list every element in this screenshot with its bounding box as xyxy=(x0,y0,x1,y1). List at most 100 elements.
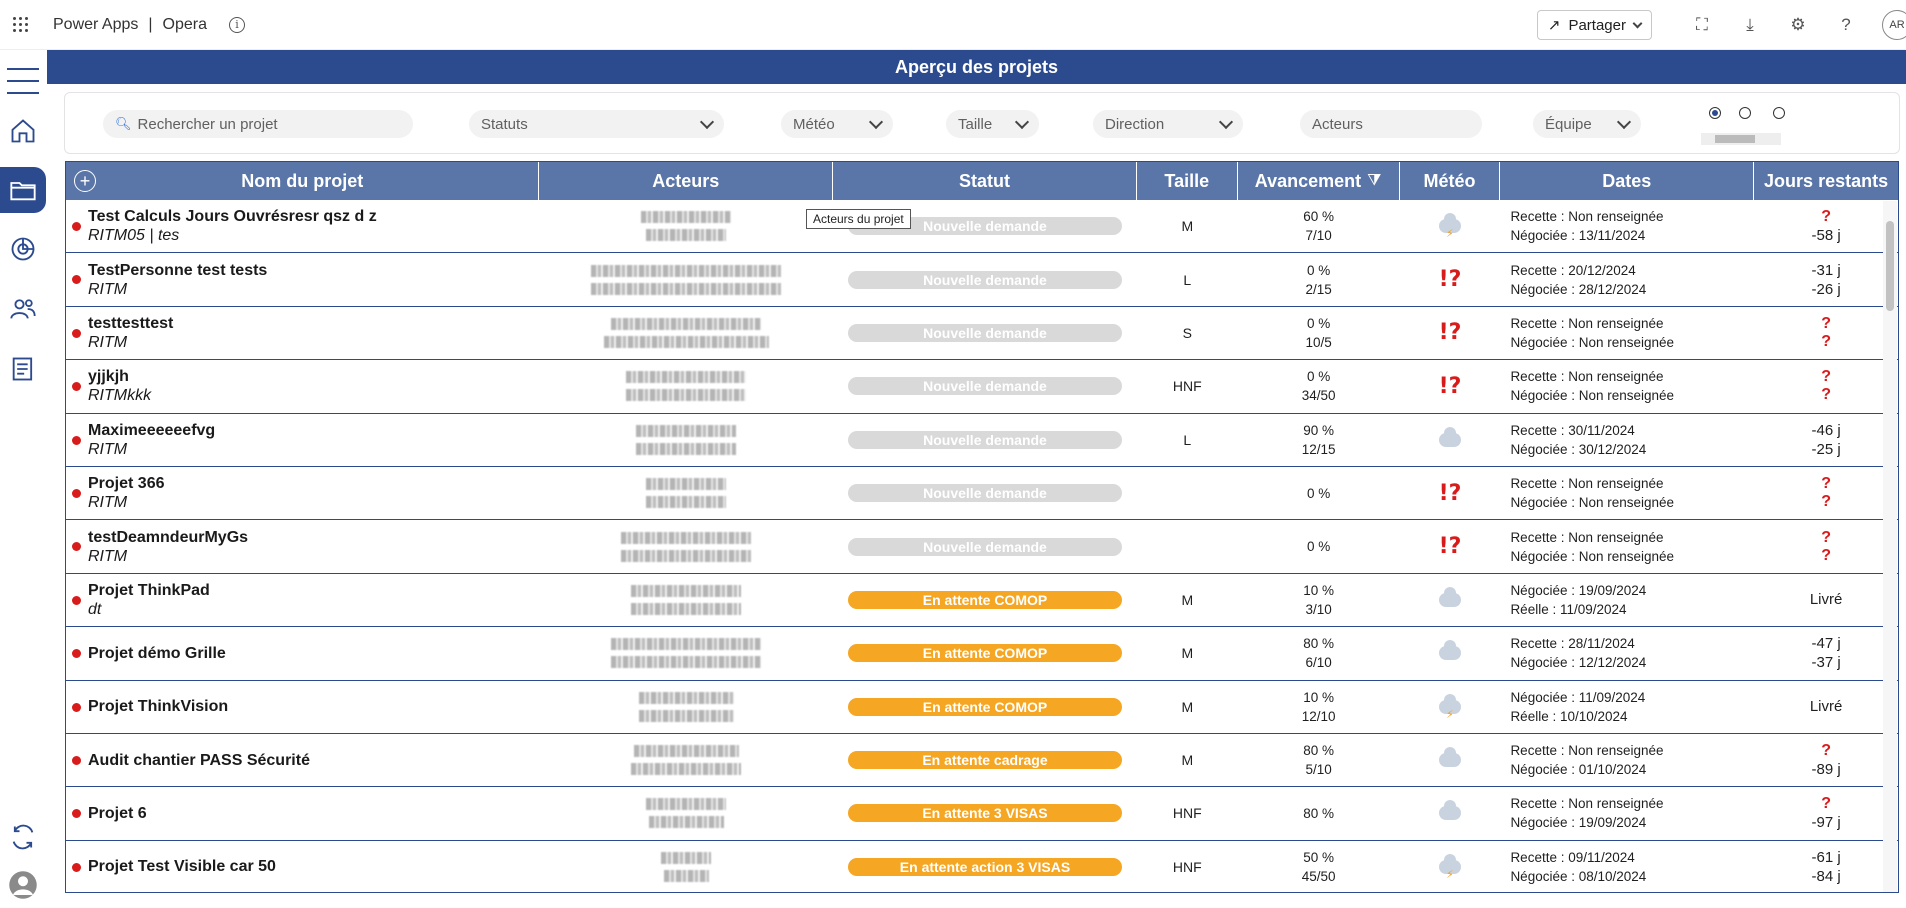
table-row[interactable]: yjjkjh RITMkkk Nouvelle demande HNF 0 % 34/50… xyxy=(66,360,1898,414)
taille-dropdown[interactable]: Taille xyxy=(946,110,1039,138)
table-row[interactable]: Audit chantier PASS Sécurité En attente c… xyxy=(66,733,1898,788)
download-icon[interactable]: ⤓ xyxy=(1726,15,1774,35)
project-name[interactable]: Projet ThinkVision xyxy=(88,697,539,716)
actors-cell[interactable] xyxy=(539,200,833,252)
home-icon[interactable] xyxy=(0,108,46,154)
project-name[interactable]: Maximeeeeeefvg xyxy=(88,421,539,440)
actors-cell[interactable] xyxy=(539,734,833,786)
app-name: Power Apps xyxy=(53,15,139,33)
table-row[interactable]: testtesttest RITM Nouvelle demande S 0 % 10/5… xyxy=(66,306,1898,361)
actors-cell[interactable] xyxy=(539,467,833,519)
table-row[interactable]: Projet démo Grille En attente COMOP M 80 % 6… xyxy=(66,627,1898,681)
chevron-down-icon xyxy=(1218,114,1234,129)
days-remaining-2: -97 j xyxy=(1811,813,1841,831)
col-header-days[interactable]: Jours restants xyxy=(1754,162,1898,200)
actors-cell[interactable] xyxy=(539,787,833,839)
project-name[interactable]: yjjkjh xyxy=(88,367,539,386)
fit-screen-icon[interactable]: ⛶ xyxy=(1678,15,1726,35)
table-row[interactable]: Projet ThinkPad dt En attente COMOP M 10 % 3/… xyxy=(66,573,1898,628)
actors-cell[interactable] xyxy=(539,253,833,305)
info-icon[interactable]: i xyxy=(229,16,246,33)
user-profile-icon[interactable] xyxy=(0,862,46,908)
radio-option-3[interactable] xyxy=(1773,107,1785,119)
actors-cell[interactable] xyxy=(539,681,833,733)
equipe-dropdown[interactable]: Équipe xyxy=(1533,110,1641,138)
blurred-actor xyxy=(626,371,747,384)
statuts-dropdown[interactable]: Statuts xyxy=(469,110,724,138)
table-row[interactable]: Maximeeeeeefvg RITM Nouvelle demande L 90 % 1… xyxy=(66,413,1898,467)
col-header-status[interactable]: Statut xyxy=(833,162,1137,200)
hamburger-menu-icon[interactable] xyxy=(0,58,46,104)
project-name[interactable]: testDeamndeurMyGs xyxy=(88,528,539,547)
report-document-icon[interactable] xyxy=(0,346,46,392)
chevron-down-icon xyxy=(1616,114,1632,129)
project-name[interactable]: Projet 366 xyxy=(88,474,539,493)
horizontal-scrollbar[interactable] xyxy=(1701,133,1781,145)
actors-cell[interactable] xyxy=(539,360,833,412)
status-badge: Nouvelle demande xyxy=(847,430,1122,449)
project-name[interactable]: TestPersonne test tests xyxy=(88,261,539,280)
chevron-down-icon xyxy=(868,114,884,129)
actors-cell[interactable] xyxy=(539,414,833,466)
project-name[interactable]: Projet démo Grille xyxy=(88,644,539,663)
actors-cell[interactable] xyxy=(539,627,833,679)
blurred-actor xyxy=(646,496,727,509)
days-remaining-2: ? xyxy=(1821,546,1831,564)
project-name[interactable]: Projet 6 xyxy=(88,804,539,823)
progress-percent: 50 % xyxy=(1303,849,1335,865)
status-badge: Nouvelle demande xyxy=(847,484,1122,503)
avatar[interactable]: AR xyxy=(1882,10,1906,40)
date-line-1: Recette : Non renseignée xyxy=(1510,529,1664,545)
progress-percent: 0 % xyxy=(1307,315,1331,331)
table-row[interactable]: TestPersonne test tests RITM Nouvelle dema… xyxy=(66,253,1898,307)
table-row[interactable]: Projet 366 RITM Nouvelle demande 0 %!? Recet… xyxy=(66,466,1898,521)
app-launcher-icon[interactable] xyxy=(13,16,29,33)
refresh-icon[interactable] xyxy=(0,814,46,860)
table-row[interactable]: Projet ThinkVision En attente COMOP M 10 % 1… xyxy=(66,680,1898,734)
table-row[interactable]: Test Calculs Jours Ouvrésresr qsz d z RIT… xyxy=(66,200,1898,254)
col-header-progress[interactable]: Avancement ⧩ xyxy=(1238,162,1400,200)
cloud-weather-icon xyxy=(1438,640,1461,661)
progress-percent: 0 % xyxy=(1307,539,1331,555)
table-row[interactable]: Projet Test Visible car 50 En attente act… xyxy=(66,840,1898,892)
gear-icon[interactable]: ⚙ xyxy=(1774,15,1822,35)
help-icon[interactable]: ? xyxy=(1822,15,1870,35)
col-header-name[interactable]: + Nom du projet xyxy=(66,162,540,200)
table-row[interactable]: Projet 6 En attente 3 VISAS HNF 80 % Recette… xyxy=(66,787,1898,841)
users-icon[interactable] xyxy=(0,286,46,332)
col-header-size[interactable]: Taille xyxy=(1137,162,1238,200)
search-input[interactable]: 🔍︎ Rechercher un projet xyxy=(103,110,413,138)
vertical-scrollbar[interactable] xyxy=(1883,201,1897,892)
date-line-1: Recette : Non renseignée xyxy=(1510,743,1664,759)
project-name[interactable]: Projet ThinkPad xyxy=(88,581,539,600)
filter-icon[interactable]: ⧩ xyxy=(1367,172,1381,190)
project-name[interactable]: Projet Test Visible car 50 xyxy=(88,857,539,876)
project-name[interactable]: Audit chantier PASS Sécurité xyxy=(88,751,539,770)
actors-cell[interactable] xyxy=(539,574,833,626)
alert-weather-icon: !? xyxy=(1438,267,1462,293)
meteo-dropdown[interactable]: Météo xyxy=(781,110,893,138)
blurred-actor xyxy=(633,745,739,758)
storm-weather-icon: ⚡︎ xyxy=(1438,853,1461,881)
share-button[interactable]: ↗ Partager xyxy=(1536,10,1652,40)
table-row[interactable]: testDeamndeurMyGs RITM Nouvelle demande 0 %… xyxy=(66,520,1898,574)
project-name[interactable]: Test Calculs Jours Ouvrésresr qsz d z xyxy=(88,207,539,226)
direction-dropdown[interactable]: Direction xyxy=(1093,110,1243,138)
size-value: HNF xyxy=(1172,378,1202,395)
projects-folder-icon[interactable] xyxy=(0,167,46,213)
dashboard-chart-icon[interactable] xyxy=(0,226,46,272)
add-project-icon[interactable]: + xyxy=(74,170,96,192)
radio-option-all[interactable] xyxy=(1709,107,1721,119)
radio-option-2[interactable] xyxy=(1739,107,1751,119)
col-header-dates[interactable]: Dates xyxy=(1500,162,1755,200)
blurred-actor xyxy=(641,211,732,224)
environment-name: Opera xyxy=(162,15,208,33)
meteo-label: Météo xyxy=(793,115,835,133)
actors-cell[interactable] xyxy=(539,841,833,892)
col-header-actors[interactable]: Acteurs xyxy=(539,162,834,200)
project-name[interactable]: testtesttest xyxy=(88,314,539,333)
col-header-weather[interactable]: Météo xyxy=(1400,162,1501,200)
actors-cell[interactable] xyxy=(539,520,833,572)
actors-cell[interactable] xyxy=(539,307,833,359)
acteurs-input[interactable]: Acteurs xyxy=(1300,110,1482,138)
